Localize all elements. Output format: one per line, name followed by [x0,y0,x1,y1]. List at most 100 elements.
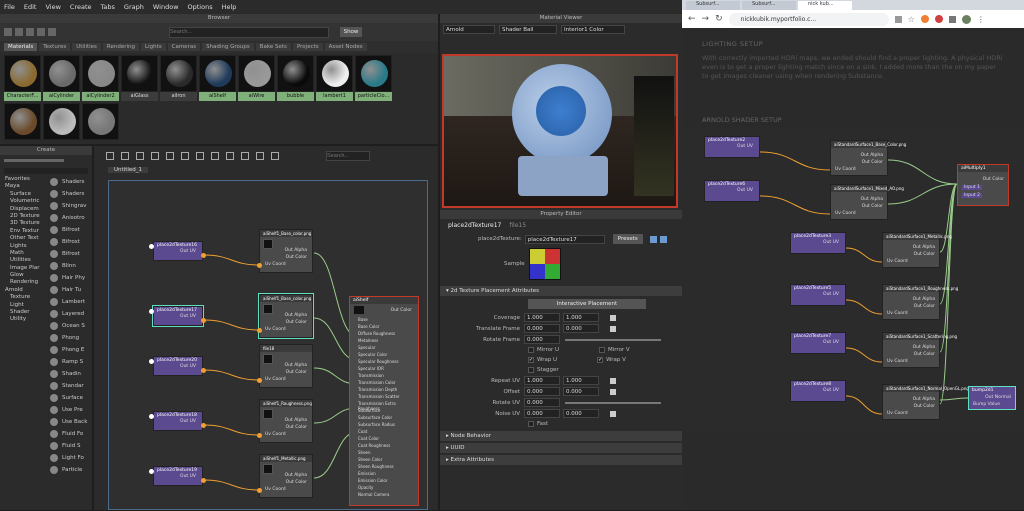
create-list-item[interactable]: Shingrav [48,200,92,212]
material-thumbnail[interactable] [82,103,119,140]
property-field[interactable]: 1.000 [524,313,560,322]
checkbox-box[interactable]: ✓ [597,357,604,363]
menu-options[interactable]: Options [188,3,213,11]
file-node[interactable]: aiShelf1_Roughness.png Out Alpha Out Color… [259,399,313,443]
file-node[interactable]: aiShelf1_Metallic.png Out Alpha Out Color U… [259,454,313,498]
uv-coord-port[interactable] [257,263,262,268]
view-icon[interactable] [271,152,279,160]
tab-lights[interactable]: Lights [141,43,166,51]
create-list-item[interactable]: Standar [48,380,92,392]
input-port[interactable] [149,414,154,419]
collapsed-section-node-behavior[interactable]: ▸ Node Behavior [440,431,682,441]
create-tree-shader[interactable]: Shader [2,309,46,316]
material-swatch-aishelf[interactable]: aiShelf [199,55,236,101]
create-list-item[interactable]: Use Pre [48,404,92,416]
create-tree-displacem[interactable]: Displacem [2,206,46,213]
tab-materials[interactable]: Materials [4,43,38,51]
create-list-item[interactable]: Bifrost [48,224,92,236]
property-field[interactable]: 0.000 [563,387,599,396]
chrome-tab-3[interactable]: nick kub... [798,1,852,10]
menu-window[interactable]: Window [153,3,179,11]
property-field[interactable]: 0.000 [524,398,560,407]
property-field[interactable]: 1.000 [524,376,560,385]
show-button[interactable]: Show [340,27,362,37]
reset-icon[interactable] [610,377,616,384]
extension-icon[interactable] [920,15,929,23]
pin-icon[interactable] [659,235,667,243]
ports-icon[interactable] [226,152,234,160]
create-tree-volumetric[interactable]: Volumetric [2,198,46,205]
create-tree-light[interactable]: Light [2,302,46,309]
file-node[interactable]: aiShelf1_Base_color.png Out Alpha Out Colo… [259,229,313,273]
interactive-placement-button[interactable]: Interactive Placement [528,299,646,309]
bookmark-icon[interactable]: ☆ [908,15,915,24]
property-field[interactable]: 0.000 [524,387,560,396]
address-bar[interactable]: nickkubik.myportfolio.c... [728,12,889,26]
property-field[interactable]: 0.000 [524,324,560,333]
file-node[interactable]: aiShelf1_Base_color.png Out Alpha Out Colo… [258,293,314,339]
chrome-tab-2[interactable]: Subsurf... [742,1,796,10]
reset-icon[interactable] [610,388,616,395]
shader-port[interactable]: Emission Color [358,478,388,483]
property-field[interactable]: 1.000 [563,376,599,385]
placement-section-header[interactable]: ▾ 2d Texture Placement Attributes [440,286,682,296]
checkbox-box[interactable] [528,367,534,373]
tab-cameras[interactable]: Cameras [167,43,201,51]
filter-icon[interactable] [48,28,56,36]
shader-port[interactable]: Transmission Color [358,380,396,385]
material-swatch-aiwire[interactable]: aiWire [238,55,275,101]
checkbox[interactable]: Stagger [528,365,559,375]
snap-icon[interactable] [256,152,264,160]
create-list-item[interactable]: Lambert [48,296,92,308]
create-tree-lights[interactable]: Lights [2,243,46,250]
graph-search-input[interactable] [326,151,370,161]
material-swatch-characterf[interactable]: CharacterF... [4,55,41,101]
place2dtexture-node[interactable]: place2dTexture16 Out UV [153,241,203,261]
material-swatch-aiglass[interactable]: aiGlass [121,55,158,101]
place2dtexture-node[interactable]: place2dTexture18 Out UV [153,411,203,431]
material-swatch-lambert1[interactable]: lambert1 [316,55,353,101]
shader-port[interactable]: Specular [358,345,375,350]
checkbox[interactable]: ✓ Wrap U [528,355,557,365]
property-field[interactable]: 1.000 [563,313,599,322]
shader-port[interactable]: Normal Camera [358,492,389,497]
create-tree-utilities[interactable]: Utilities [2,257,46,264]
create-list-item[interactable]: Shadin [48,368,92,380]
menu-edit[interactable]: Edit [24,3,37,11]
remove-icon[interactable] [166,152,174,160]
create-tree-2d-texture[interactable]: 2D Texture [2,213,46,220]
material-thumbnail[interactable] [4,103,41,140]
checkbox-box[interactable] [598,347,605,353]
environment-select[interactable]: Interior1 Color [561,25,625,34]
grid-icon[interactable] [4,28,12,36]
create-tree-favorites[interactable]: Favorites [2,176,46,183]
list-icon[interactable] [15,28,23,36]
create-list-item[interactable]: Ramp S [48,356,92,368]
place2dtexture-node[interactable]: place2dTexture17 Out UV [152,305,204,327]
tab-asset-nodes[interactable]: Asset Nodes [324,43,367,51]
tab-bake-sets[interactable]: Bake Sets [255,43,291,51]
profile-avatar[interactable] [961,14,971,24]
uv-coord-port[interactable] [257,378,262,383]
create-list-item[interactable]: Shaders [48,176,92,188]
create-tree-texture[interactable]: Texture [2,294,46,301]
material-thumbnail[interactable] [43,103,80,140]
shape-select[interactable]: Shader Ball [499,25,557,34]
create-list-item[interactable]: Fluid Fo [48,428,92,440]
browser-search-input[interactable] [169,26,329,38]
material-swatch-aiiron[interactable]: aiIron [160,55,197,101]
layout-icon[interactable] [121,152,129,160]
shader-port[interactable]: Opacity [358,485,373,490]
menu-tabs[interactable]: Tabs [101,3,115,11]
reset-icon[interactable] [610,325,616,332]
create-tree-maya[interactable]: Maya [2,183,46,190]
tab-untitled[interactable]: Untitled_1 [108,167,149,173]
file-node[interactable]: file18 Out Alpha Out Color Uv Coord [259,344,313,388]
create-list-item[interactable]: Particle [48,464,92,476]
output-port[interactable] [201,423,206,428]
property-slider[interactable] [565,401,661,404]
add-icon[interactable] [151,152,159,160]
create-list-item[interactable]: Shaders [48,188,92,200]
create-list-item[interactable]: Blinn [48,260,92,272]
shader-port[interactable]: Base Color [358,324,379,329]
